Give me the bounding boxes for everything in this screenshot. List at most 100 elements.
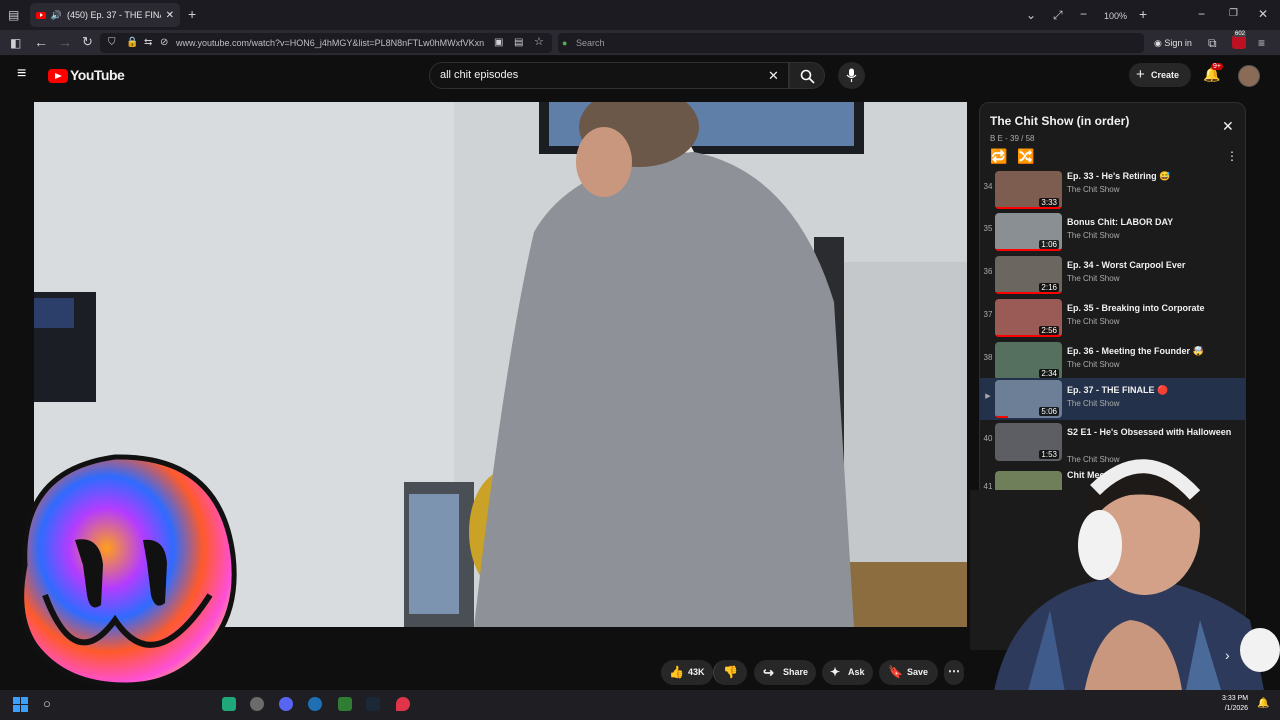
taskbar-app-icon[interactable] [396, 697, 410, 711]
channel-name: The Chit Show [1067, 185, 1120, 194]
tab-list-icon[interactable]: ▤ [8, 9, 19, 21]
chevron-right-icon[interactable]: › [1225, 647, 1230, 663]
lock-icon[interactable]: 🔒 [126, 37, 138, 49]
avatar[interactable] [1238, 65, 1260, 87]
voice-search-button[interactable] [838, 62, 865, 89]
like-button[interactable]: 👍 43K [661, 660, 713, 685]
restore-icon[interactable]: ❐ [1229, 8, 1238, 20]
thumbnail: 1:06 [995, 213, 1062, 251]
extensions-icon[interactable]: ⧉ [1208, 37, 1217, 49]
create-button[interactable]: + Create [1129, 63, 1191, 87]
new-tab-icon[interactable]: + [188, 7, 196, 21]
reader-view-icon[interactable]: ▤ [514, 37, 523, 49]
thumbnail: 5:06 [995, 380, 1062, 418]
taskbar-search-icon[interactable]: ○ [43, 696, 51, 711]
taskbar-clock[interactable]: 3:33 PM /1/2026 [1222, 694, 1248, 714]
menu-icon[interactable]: ≡ [1258, 37, 1265, 49]
notification-badge: 9+ [1211, 63, 1223, 70]
save-label: Save [907, 667, 929, 677]
list-item[interactable]: 36 2:16 Ep. 34 - Worst Carpool Ever The … [980, 254, 1245, 297]
more-options-icon[interactable]: ⋮ [1226, 149, 1238, 163]
ask-label: Ask [848, 667, 865, 677]
taskbar-app-icon[interactable] [308, 697, 322, 711]
taskbar-date: /1/2026 [1224, 705, 1249, 712]
channel-name: The Chit Show [1067, 399, 1120, 408]
hamburger-menu-icon[interactable]: ≡ [17, 66, 26, 82]
list-item[interactable]: 35 1:06 Bonus Chit: LABOR DAY The Chit S… [980, 211, 1245, 254]
sign-in-button[interactable]: ◉ Sign in [1154, 34, 1200, 52]
more-horizontal-icon: ⋯ [948, 664, 960, 678]
thumbnail: 3:33 [995, 171, 1062, 209]
steam-icon[interactable] [366, 697, 380, 711]
create-label: Create [1151, 70, 1180, 80]
taskbar-app-icon[interactable] [338, 697, 352, 711]
duration-badge: 2:56 [1039, 326, 1059, 335]
shield-icon[interactable]: ⛉ [108, 37, 116, 49]
webcam-overlay [970, 459, 1280, 720]
tab-title: (450) Ep. 37 - THE FINALE [66, 10, 161, 20]
now-playing-icon: ▶ [985, 393, 991, 400]
channel-name: The Chit Show [1067, 360, 1120, 369]
search-engine-icon: ● [562, 38, 568, 48]
dislike-button[interactable]: 👎 [713, 660, 747, 685]
account-icon: ◉ [1154, 38, 1162, 48]
youtube-logo-icon[interactable] [48, 69, 68, 83]
watched-progress [995, 249, 1062, 251]
address-bar[interactable]: ⛉ 🔒 ⇆ ⊘ www.youtube.com/watch?v=HON6_j4h… [100, 33, 552, 53]
permissions-icon[interactable]: ⇆ [144, 37, 152, 49]
list-item[interactable]: 34 3:33 Ep. 33 - He's Retiring 😅 The Chi… [980, 170, 1245, 212]
notifications-button[interactable]: 🔔 9+ [1201, 63, 1223, 86]
video-title: Ep. 35 - Breaking into Corporate [1067, 303, 1205, 313]
mute-icon[interactable]: ⊘ [160, 37, 168, 49]
reload-icon[interactable]: ↻ [82, 35, 93, 48]
sign-in-label: Sign in [1164, 38, 1192, 48]
minimize-icon[interactable]: − [1198, 8, 1205, 20]
forward-icon[interactable]: → [58, 35, 72, 49]
notification-center-icon[interactable]: 🔔 [1257, 698, 1269, 709]
pip-icon[interactable]: ▣ [494, 37, 503, 49]
youtube-search-button[interactable] [789, 62, 825, 89]
list-item-current[interactable]: ▶ 5:06 Ep. 37 - THE FINALE 🔴 The Chit Sh… [980, 378, 1245, 420]
audio-icon[interactable]: 🔊 [51, 10, 62, 21]
clear-search-icon[interactable]: ✕ [768, 63, 779, 88]
share-button[interactable]: ↪ Share [754, 660, 816, 685]
sidebar-icon[interactable]: ◧ [10, 37, 21, 49]
close-tab-icon[interactable]: ✕ [166, 10, 174, 21]
watched-progress [995, 335, 1062, 337]
taskbar-time: 3:33 PM [1222, 695, 1249, 702]
zoom-in-icon[interactable]: + [1139, 7, 1147, 21]
channel-name: The Chit Show [1067, 317, 1120, 326]
shuffle-icon[interactable]: 🔀 [1017, 148, 1034, 165]
discord-icon[interactable] [279, 697, 293, 711]
duration-badge: 5:06 [1039, 407, 1059, 416]
web-search-input[interactable]: ● Search [558, 33, 1144, 53]
more-actions-button[interactable]: ⋯ [944, 660, 964, 685]
video-title: S2 E1 - He's Obsessed with Halloween [1067, 427, 1232, 437]
close-playlist-icon[interactable]: ✕ [1222, 118, 1234, 135]
youtube-logo-text[interactable]: YouTube [70, 67, 125, 83]
taskbar-app-icon[interactable] [250, 697, 264, 711]
save-button[interactable]: 🔖 Save [879, 660, 938, 685]
zoom-level[interactable]: 100% [1104, 10, 1127, 22]
list-item[interactable]: 38 2:34 Ep. 36 - Meeting the Founder 🤯 T… [980, 340, 1245, 383]
bookmark-star-icon[interactable]: ☆ [534, 36, 544, 48]
taskbar-app-icon[interactable] [222, 697, 236, 711]
fullscreen-icon[interactable]: ⤢ [1053, 9, 1063, 21]
youtube-favicon-icon [36, 11, 46, 19]
zoom-out-icon[interactable]: − [1080, 8, 1087, 20]
list-item[interactable]: 37 2:56 Ep. 35 - Breaking into Corporate… [980, 297, 1245, 340]
loop-icon[interactable]: 🔁 [990, 148, 1007, 165]
ublock-icon[interactable]: 602 [1232, 31, 1247, 49]
playlist-title[interactable]: The Chit Show (in order) [990, 114, 1129, 128]
close-window-icon[interactable]: ✕ [1258, 8, 1268, 20]
thumbs-up-icon: 👍 [669, 665, 684, 679]
url-text: www.youtube.com/watch?v=HON6_j4hMGY&list… [176, 38, 485, 48]
windows-start-icon[interactable] [13, 697, 29, 713]
chevron-down-icon[interactable]: ⌄ [1026, 9, 1036, 21]
browser-tab-active[interactable]: 🔊 (450) Ep. 37 - THE FINALE ✕ [30, 3, 180, 27]
browser-nav-bar: ◧ ← → ↻ ⛉ 🔒 ⇆ ⊘ www.youtube.com/watch?v=… [0, 30, 1280, 56]
youtube-search-input[interactable]: all chit episodes ✕ [429, 62, 789, 89]
duration-badge: 1:06 [1039, 240, 1059, 249]
back-icon[interactable]: ← [34, 35, 48, 49]
ask-button[interactable]: ✦ Ask [822, 660, 873, 685]
